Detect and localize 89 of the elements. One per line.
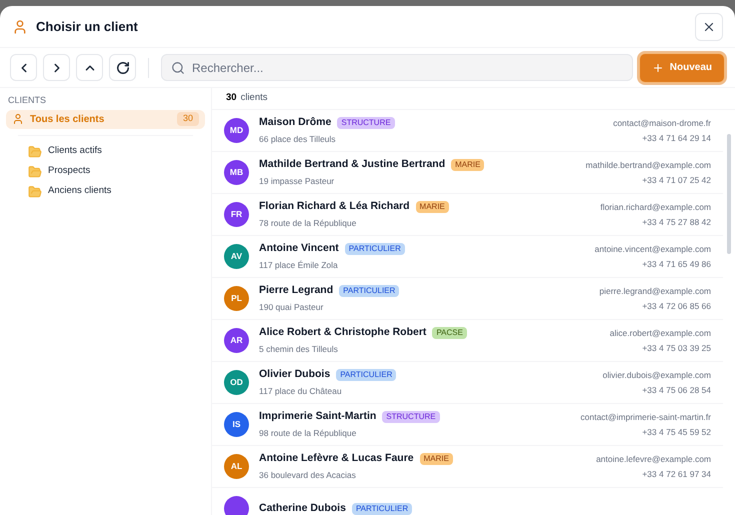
client-name: Maison Drôme bbox=[259, 115, 332, 130]
client-count: 30 bbox=[226, 91, 237, 106]
client-row[interactable]: AR Alice Robert & Christophe Robert PACSE 5 chemin des Tilleuls alice.robert@example.com +33 4 75 03 39 25 bbox=[212, 320, 723, 362]
client-email: florian.richard@example.com bbox=[600, 200, 711, 214]
client-email: olivier.dubois@example.com bbox=[602, 368, 711, 382]
client-row[interactable]: OD Olivier Dubois PARTICULIER 117 place du Château olivier.dubois@example.com +33 4 75 06 28 54 bbox=[212, 362, 723, 404]
client-row[interactable]: PL Pierre Legrand PARTICULIER 190 quai Pasteur pierre.legrand@example.com +33 4 72 06 85 66 bbox=[212, 278, 723, 320]
avatar: PL bbox=[224, 286, 249, 311]
client-phone: +33 4 71 65 49 86 bbox=[642, 258, 711, 270]
folder-icon bbox=[28, 184, 42, 198]
client-email: alice.robert@example.com bbox=[610, 326, 711, 340]
forward-button[interactable] bbox=[43, 54, 70, 81]
client-phone: +33 4 75 03 39 25 bbox=[642, 342, 711, 354]
avatar: MD bbox=[224, 118, 249, 143]
client-email: antoine.lefevre@example.com bbox=[596, 452, 711, 466]
client-name: Imprimerie Saint-Martin bbox=[259, 409, 376, 424]
client-address: 117 place Émile Zola bbox=[259, 259, 339, 272]
count-badge: 30 bbox=[176, 112, 199, 126]
client-tag: PARTICULIER bbox=[344, 243, 405, 256]
client-count-label: clients bbox=[240, 91, 268, 106]
user-icon bbox=[12, 18, 28, 34]
client-tag: PARTICULIER bbox=[339, 285, 400, 298]
client-email: pierre.legrand@example.com bbox=[599, 284, 711, 298]
client-address: 98 route de la République bbox=[259, 427, 358, 440]
avatar: FR bbox=[224, 202, 249, 227]
client-phone: +33 4 75 45 59 52 bbox=[642, 426, 711, 438]
client-tag: PARTICULIER bbox=[352, 502, 412, 514]
client-tag: STRUCTURE bbox=[382, 411, 440, 424]
close-button[interactable] bbox=[695, 12, 723, 40]
client-name: Florian Richard & Léa Richard bbox=[259, 199, 410, 214]
client-name: Mathilde Bertrand & Justine Bertrand bbox=[259, 157, 446, 172]
client-address: 78 route de la République bbox=[259, 217, 358, 230]
client-tag: MARIE bbox=[451, 159, 484, 172]
avatar: AV bbox=[224, 244, 249, 269]
client-email: contact@maison-drome.fr bbox=[613, 116, 711, 130]
refresh-button[interactable] bbox=[109, 54, 136, 81]
avatar: AR bbox=[224, 328, 249, 353]
client-email: contact@imprimerie-saint-martin.fr bbox=[580, 410, 711, 424]
client-row[interactable]: IS Imprimerie Saint-Martin STRUCTURE 98 route de la République contact@imprimerie-saint-martin.fr +33 4 75 45 59 52 bbox=[212, 404, 723, 446]
refresh-icon bbox=[116, 60, 130, 74]
up-button[interactable] bbox=[76, 54, 103, 81]
avatar: MB bbox=[224, 160, 249, 185]
sidebar-item-label: Tous les clients bbox=[30, 112, 104, 126]
folder-item[interactable]: Prospects bbox=[6, 162, 205, 182]
client-name: Pierre Legrand bbox=[259, 283, 334, 298]
client-tag: MARIE bbox=[416, 201, 449, 214]
client-phone: +33 4 71 64 29 14 bbox=[642, 132, 711, 144]
client-tag: PACSE bbox=[432, 327, 467, 340]
folder-item[interactable]: Clients actifs bbox=[6, 142, 205, 162]
folder-icon bbox=[28, 144, 42, 158]
client-email: antoine.vincent@example.com bbox=[594, 242, 711, 256]
sidebar-heading: CLIENTS bbox=[7, 94, 48, 107]
search-icon bbox=[171, 61, 185, 75]
client-email: mathilde.bertrand@example.com bbox=[586, 158, 711, 172]
client-name: Alice Robert & Christophe Robert bbox=[259, 325, 426, 340]
avatar: OD bbox=[224, 370, 249, 395]
client-name: Olivier Dubois bbox=[259, 367, 330, 382]
client-address: 117 place du Château bbox=[259, 385, 343, 398]
client-address: 5 chemin des Tilleuls bbox=[259, 343, 339, 356]
client-address: 19 impasse Pasteur bbox=[259, 175, 336, 188]
avatar: AL bbox=[224, 454, 249, 479]
client-row[interactable]: MD Maison Drôme STRUCTURE 66 place des Tilleuls contact@maison-drome.fr +33 4 71 64 29 14 bbox=[212, 110, 723, 152]
client-phone: +33 4 75 27 88 42 bbox=[642, 216, 711, 228]
client-row[interactable]: Catherine Dubois PARTICULIER bbox=[212, 488, 723, 515]
client-tag: PARTICULIER bbox=[336, 369, 396, 382]
client-phone: +33 4 75 06 28 54 bbox=[642, 384, 711, 396]
client-tag: MARIE bbox=[420, 453, 453, 466]
dialog-title: Choisir un client bbox=[36, 18, 138, 36]
client-name: Antoine Vincent bbox=[259, 241, 339, 256]
client-phone: +33 4 72 61 97 34 bbox=[642, 468, 711, 480]
search-field[interactable]: Rechercher... bbox=[161, 54, 633, 81]
avatar: IS bbox=[224, 412, 249, 437]
client-row[interactable]: AL Antoine Lefèvre & Lucas Faure MARIE 36 boulevard des Acacias antoine.lefevre@example.com +33 4 72 61 97 34 bbox=[212, 446, 723, 488]
client-address: 190 quai Pasteur bbox=[259, 301, 324, 314]
back-button[interactable] bbox=[10, 54, 37, 81]
client-phone: +33 4 72 06 85 66 bbox=[642, 300, 711, 312]
client-row[interactable]: FR Florian Richard & Léa Richard MARIE 78 route de la République florian.richard@example.com +33 4 75 27 88 42 bbox=[212, 194, 723, 236]
client-name: Antoine Lefèvre & Lucas Faure bbox=[259, 451, 414, 466]
user-icon bbox=[12, 113, 24, 125]
client-phone: +33 4 71 07 25 42 bbox=[642, 174, 711, 186]
client-row[interactable]: MB Mathilde Bertrand & Justine Bertrand MARIE 19 impasse Pasteur mathilde.bertrand@example.com +33 4 71 07 25 42 bbox=[212, 152, 723, 194]
client-tag: STRUCTURE bbox=[337, 117, 395, 130]
client-address: 66 place des Tilleuls bbox=[259, 133, 337, 146]
client-name: Catherine Dubois bbox=[259, 500, 346, 515]
client-address: 36 boulevard des Acacias bbox=[259, 469, 357, 482]
plus-icon bbox=[652, 62, 664, 74]
client-row[interactable]: AV Antoine Vincent PARTICULIER 117 place Émile Zola antoine.vincent@example.com +33 4 71 65 49 86 bbox=[212, 236, 723, 278]
folder-icon bbox=[28, 164, 42, 178]
folder-item[interactable]: Anciens clients bbox=[6, 182, 205, 202]
